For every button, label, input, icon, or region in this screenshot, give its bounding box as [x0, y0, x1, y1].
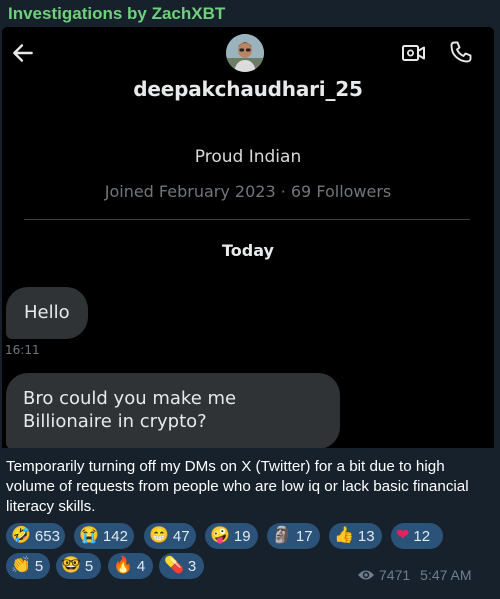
reaction-count: 13 — [357, 527, 375, 545]
date-separator: Today — [222, 241, 274, 260]
message-bubble[interactable]: Bro could you make me Billionaire in cry… — [6, 373, 340, 448]
reaction-count: 4 — [136, 557, 146, 575]
message-bubble[interactable]: Hello — [6, 287, 88, 339]
nerd-face-emoji-icon: 🤓 — [61, 557, 81, 574]
reaction-grin[interactable]: 😁 47 — [144, 523, 196, 549]
channel-name[interactable]: Investigations by ZachXBT — [8, 4, 225, 24]
reaction-count: 5 — [84, 557, 94, 575]
reaction-count: 17 — [295, 527, 313, 545]
avatar[interactable] — [226, 34, 264, 72]
reaction-pill-emoji[interactable]: 💊 3 — [159, 553, 204, 579]
fire-emoji-icon: 🔥 — [113, 557, 133, 574]
back-arrow-icon[interactable] — [10, 40, 36, 66]
reaction-nerd[interactable]: 🤓 5 — [56, 553, 101, 579]
reaction-zany[interactable]: 🤪 19 — [205, 523, 258, 549]
rofl-emoji-icon: 🤣 — [11, 527, 31, 544]
thumbs-up-emoji-icon: 👍 — [334, 527, 354, 544]
grinning-emoji-icon: 😁 — [149, 527, 169, 544]
eye-icon — [358, 570, 374, 580]
embedded-dm-screenshot[interactable]: deepakchaudhari_25 Proud Indian Joined F… — [2, 27, 494, 448]
reaction-count: 5 — [34, 557, 44, 575]
message-timestamp: 16:11 — [5, 343, 40, 357]
view-count: 7471 — [379, 567, 411, 583]
reaction-count: 19 — [233, 527, 251, 545]
reaction-rofl[interactable]: 🤣 653 — [6, 523, 65, 549]
reaction-moai[interactable]: 🗿 17 — [267, 523, 320, 549]
reaction-loudly-crying[interactable]: 😭 142 — [74, 523, 134, 549]
telegram-post: Investigations by ZachXBT deepakchaudhar… — [0, 0, 500, 599]
dm-username[interactable]: deepakchaudhari_25 — [2, 77, 494, 101]
reaction-count: 142 — [102, 527, 128, 545]
reaction-heart[interactable]: ❤ 12 — [391, 523, 443, 549]
reaction-clap[interactable]: 👏 5 — [6, 553, 50, 579]
post-text: Temporarily turning off my DMs on X (Twi… — [6, 458, 469, 515]
clap-emoji-icon: 👏 — [11, 557, 31, 574]
post-time: 5:47 AM — [420, 567, 472, 583]
profile-bio: Proud Indian — [194, 147, 302, 167]
dm-header: deepakchaudhari_25 — [2, 27, 494, 113]
reaction-fire[interactable]: 🔥 4 — [108, 553, 153, 579]
reaction-thumbs-up[interactable]: 👍 13 — [329, 523, 382, 549]
video-call-icon[interactable] — [401, 40, 427, 66]
phone-call-icon[interactable] — [448, 39, 474, 65]
pill-emoji-icon: 💊 — [164, 557, 184, 574]
post-footer: 7471 5:47 AM — [357, 565, 497, 585]
loudly-crying-emoji-icon: 😭 — [79, 527, 99, 544]
moai-emoji-icon: 🗿 — [272, 527, 292, 544]
reaction-count: 3 — [187, 557, 197, 575]
zany-face-emoji-icon: 🤪 — [210, 527, 230, 544]
reaction-count: 653 — [34, 527, 60, 545]
reaction-count: 47 — [172, 527, 190, 545]
heart-emoji-icon: ❤ — [396, 527, 410, 544]
divider — [24, 219, 470, 220]
reaction-count: 12 — [413, 527, 431, 545]
profile-meta: Joined February 2023 · 69 Followers — [104, 182, 392, 201]
